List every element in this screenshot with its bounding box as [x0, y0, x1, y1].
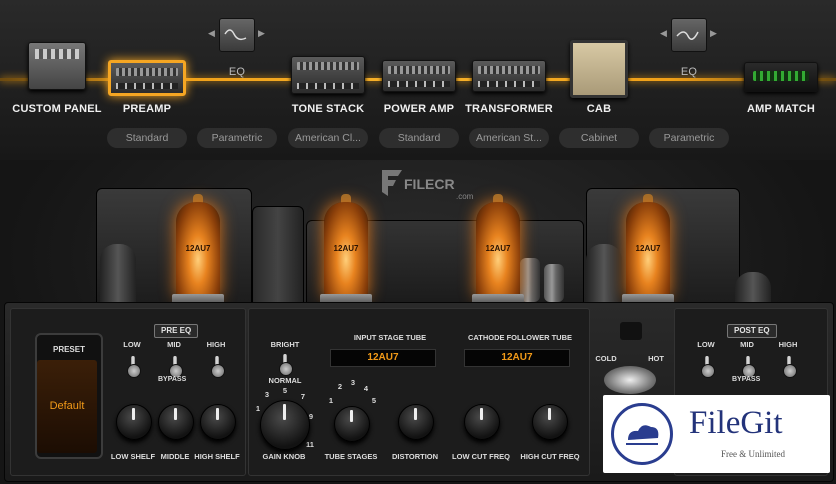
post-eq-mid-bypass-toggle[interactable] — [741, 356, 756, 378]
arrow-right-icon: ▶ — [710, 28, 717, 38]
pre-eq-low-label: LOW — [123, 340, 141, 349]
post-eq-low-bypass-toggle[interactable] — [700, 356, 715, 378]
filecr-logo-icon — [382, 170, 402, 196]
cathode-follower-tube-title: CATHODE FOLLOWER TUBE — [467, 333, 573, 342]
gain-scale-3: 3 — [264, 390, 270, 399]
post-eq-high-label: HIGH — [778, 340, 798, 349]
capacitor — [544, 264, 564, 302]
cab-preset-select[interactable]: Cabinet — [559, 128, 639, 148]
middle-knob[interactable] — [158, 404, 194, 440]
filecr-watermark: FILECR .com — [380, 168, 480, 202]
post-eq-low-label: LOW — [697, 340, 715, 349]
tube-stages-scale-1: 1 — [328, 396, 334, 405]
preset-display[interactable]: Default — [37, 360, 97, 453]
indicator-lamp — [620, 322, 642, 340]
tube-2: 12AU7 — [320, 194, 372, 306]
arrow-left-icon: ◀ — [660, 28, 667, 38]
gain-scale-1: 1 — [255, 404, 261, 413]
post-eq-mid-label: MID — [740, 340, 754, 349]
cabinet-thumbnail — [570, 40, 628, 98]
gain-scale-11: 11 — [306, 440, 314, 449]
post-eq-high-bypass-toggle[interactable] — [782, 356, 797, 378]
tube-stages-scale-2: 2 — [337, 382, 343, 391]
tube-3: 12AU7 — [472, 194, 524, 306]
distortion-label: DISTORTION — [391, 452, 439, 461]
gain-knob[interactable] — [260, 400, 310, 450]
high-shelf-label: HIGH SHELF — [194, 452, 240, 461]
eq-thumbnail — [671, 18, 707, 52]
tone-stack-thumbnail — [291, 56, 365, 94]
normal-label: NORMAL — [268, 376, 302, 385]
pre-eq-mid-bypass-toggle[interactable] — [168, 356, 183, 378]
preset-title: PRESET — [52, 345, 85, 354]
tube-label: 12AU7 — [485, 244, 511, 253]
power-amp-thumbnail — [382, 60, 456, 92]
input-stage-tube-title: INPUT STAGE TUBE — [353, 333, 427, 342]
high-cut-freq-knob[interactable] — [532, 404, 568, 440]
preset-value: Default — [49, 400, 85, 412]
tube-stages-scale-3: 3 — [350, 378, 356, 387]
cold-label: COLD — [595, 354, 617, 363]
filecr-suffix: .com — [456, 192, 474, 201]
post-eq-title: POST EQ — [727, 324, 777, 338]
hot-label: HOT — [648, 354, 664, 363]
distortion-knob[interactable] — [398, 404, 434, 440]
input-stage-tube-display[interactable]: 12AU7 — [330, 349, 436, 367]
tube-label: 12AU7 — [333, 244, 359, 253]
high-shelf-knob[interactable] — [200, 404, 236, 440]
low-shelf-knob[interactable] — [116, 404, 152, 440]
pre-eq-high-label: HIGH — [206, 340, 226, 349]
tube-stages-scale-4: 4 — [363, 384, 369, 393]
tube-label: 12AU7 — [185, 244, 211, 253]
pre-eq-high-bypass-toggle[interactable] — [210, 356, 225, 378]
arrow-left-icon: ◀ — [208, 28, 215, 38]
transformer-preset-select[interactable]: American St... — [469, 128, 549, 148]
low-cut-freq-label: LOW CUT FREQ — [452, 452, 510, 461]
amp-match-thumbnail — [744, 62, 818, 92]
low-cut-freq-knob[interactable] — [464, 404, 500, 440]
power-amp-preset-select[interactable]: Standard — [379, 128, 459, 148]
pre-eq-bypass-label: BYPASS — [158, 376, 187, 383]
gain-scale-5: 5 — [282, 386, 288, 395]
pre-eq-title: PRE EQ — [154, 324, 199, 338]
tube-4: 12AU7 — [622, 194, 674, 306]
filegit-logo-icon — [611, 403, 673, 465]
filegit-watermark: FileGit Free & Unlimited — [603, 395, 830, 473]
eq2-preset-select[interactable]: Parametric — [649, 128, 729, 148]
gain-knob-label: GAIN KNOB — [262, 452, 306, 461]
amp-designer-window: CUSTOM PANEL PREAMP ◀ ▶ EQ TONE STACK PO… — [0, 0, 836, 484]
tube-stages-scale-5: 5 — [371, 396, 377, 405]
chain-module-custom-panel[interactable]: CUSTOM PANEL — [12, 0, 102, 160]
filecr-name: FILECR — [404, 176, 455, 192]
tube-stages-knob[interactable] — [334, 406, 370, 442]
chain-module-amp-match[interactable]: AMP MATCH — [736, 0, 826, 160]
bright-normal-toggle[interactable] — [278, 354, 293, 376]
bright-label: BRIGHT — [270, 340, 300, 349]
eq-thumbnail — [219, 18, 255, 52]
choke — [252, 206, 304, 308]
signal-chain: CUSTOM PANEL PREAMP ◀ ▶ EQ TONE STACK PO… — [0, 0, 836, 161]
custom-panel-thumbnail — [28, 42, 86, 90]
high-cut-freq-label: HIGH CUT FREQ — [520, 452, 580, 461]
tone-stack-preset-select[interactable]: American Cl... — [288, 128, 368, 148]
pre-eq-low-bypass-toggle[interactable] — [126, 356, 141, 378]
filegit-tagline: Free & Unlimited — [721, 449, 785, 459]
gain-scale-7: 7 — [300, 392, 306, 401]
cathode-follower-tube-display[interactable]: 12AU7 — [464, 349, 570, 367]
module-label: AMP MATCH — [747, 103, 815, 115]
input-jack[interactable] — [604, 366, 656, 394]
tube-1: 12AU7 — [172, 194, 224, 306]
post-eq-bypass-label: BYPASS — [732, 376, 761, 383]
tube-stages-label: TUBE STAGES — [324, 452, 378, 461]
filegit-name: FileGit — [689, 405, 783, 441]
transformer-thumbnail — [472, 60, 546, 92]
eq-preset-select[interactable]: Parametric — [197, 128, 277, 148]
tube-label: 12AU7 — [635, 244, 661, 253]
pre-eq-mid-label: MID — [167, 340, 181, 349]
module-label: EQ — [680, 66, 698, 78]
arrow-right-icon: ▶ — [258, 28, 265, 38]
preamp-preset-select[interactable]: Standard — [107, 128, 187, 148]
